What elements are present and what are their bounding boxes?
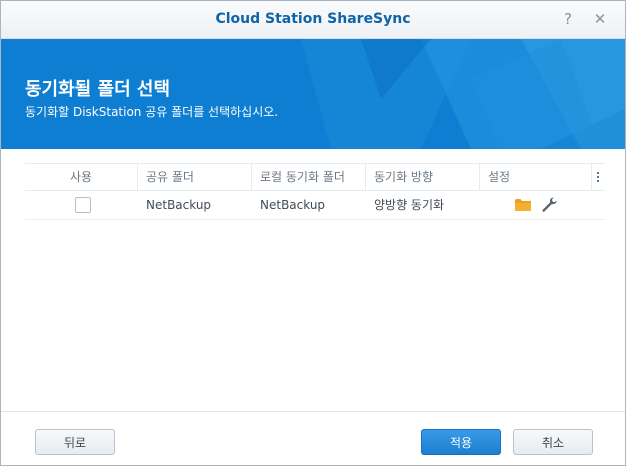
shared-folder-grid: 사용 공유 폴더 로컬 동기화 폴더 동기화 방향 설정 NetBackup N… — [25, 163, 605, 220]
apply-button[interactable]: 적용 — [421, 429, 501, 455]
folder-icon[interactable] — [515, 198, 531, 211]
help-button[interactable]: ? — [559, 10, 577, 28]
banner-title: 동기화될 폴더 선택 — [25, 79, 171, 100]
column-menu-button[interactable] — [592, 164, 605, 190]
banner-subtitle: 동기화할 DiskStation 공유 폴더를 선택하십시오. — [25, 105, 279, 119]
shared-folder-cell: NetBackup — [146, 198, 212, 212]
column-header-enable[interactable]: 사용 — [25, 164, 138, 190]
enable-cell — [25, 191, 138, 219]
direction-cell: 양방향 동기화 — [374, 198, 445, 212]
grid-header: 사용 공유 폴더 로컬 동기화 폴더 동기화 방향 설정 — [25, 164, 605, 191]
column-header-settings[interactable]: 설정 — [480, 164, 592, 190]
back-button[interactable]: 뒤로 — [35, 429, 115, 455]
settings-cell — [480, 191, 592, 219]
cancel-button[interactable]: 취소 — [513, 429, 593, 455]
column-header-local-folder[interactable]: 로컬 동기화 폴더 — [252, 164, 366, 190]
dialog-window: Cloud Station ShareSync ? ✕ 동기화될 폴더 선택 동… — [0, 0, 626, 466]
footer-divider — [1, 411, 625, 412]
kebab-menu-icon — [597, 172, 599, 182]
enable-checkbox[interactable] — [75, 197, 91, 213]
header-banner: 동기화될 폴더 선택 동기화할 DiskStation 공유 폴더를 선택하십시… — [1, 39, 625, 149]
wrench-icon[interactable] — [542, 197, 557, 212]
title-bar: Cloud Station ShareSync ? ✕ — [1, 1, 625, 39]
column-header-shared-folder[interactable]: 공유 폴더 — [138, 164, 252, 190]
local-folder-cell: NetBackup — [260, 198, 326, 212]
table-row[interactable]: NetBackup NetBackup 양방향 동기화 — [25, 191, 605, 220]
window-title: Cloud Station ShareSync — [215, 11, 411, 27]
close-button[interactable]: ✕ — [591, 10, 609, 28]
column-header-direction[interactable]: 동기화 방향 — [366, 164, 480, 190]
